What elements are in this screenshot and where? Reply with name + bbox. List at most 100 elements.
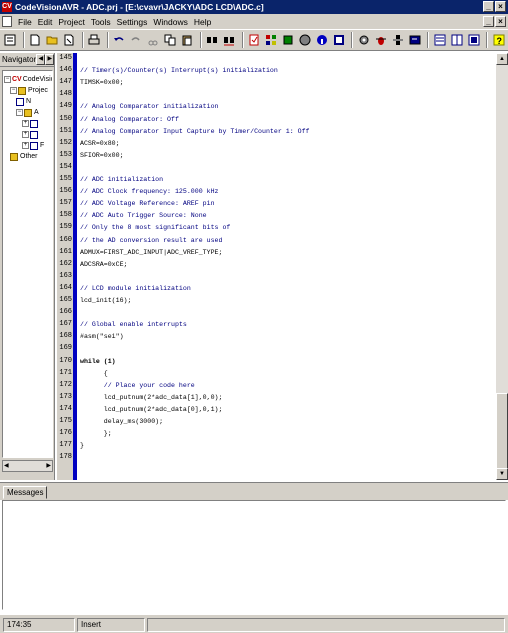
code-line[interactable]: // Only the 8 most significant bits of [80,224,230,231]
code-line[interactable]: }; [80,430,112,437]
code-line[interactable]: ADCSRA=0xCE; [80,261,127,268]
navigator-toggle-icon[interactable] [3,33,18,48]
collapse-icon[interactable]: − [10,87,17,94]
code-line[interactable]: } [80,442,84,449]
check-syntax-icon[interactable] [247,33,262,48]
navigator-tree-item[interactable]: + [22,118,40,129]
undo-icon[interactable] [112,33,127,48]
make-icon[interactable] [281,33,296,48]
menu-tools[interactable]: Tools [88,17,114,27]
menu-settings[interactable]: Settings [114,17,151,27]
navigator-prev-arrow-icon[interactable]: ◀ [36,54,46,65]
code-line[interactable]: // Global enable interrupts [80,321,187,328]
scroll-down-icon[interactable]: ▼ [496,468,508,480]
document-close-button[interactable]: × [495,16,506,27]
code-line[interactable]: // Analog Comparator: Off [80,116,179,123]
code-line[interactable]: // ADC initialization [80,176,163,183]
folder-icon [24,108,32,117]
code-wizard-icon[interactable] [432,33,447,48]
document-icon[interactable] [2,16,12,27]
cut-icon[interactable] [146,33,161,48]
programmer-icon[interactable] [390,33,405,48]
close-file-icon[interactable] [62,33,77,48]
paste-icon[interactable] [180,33,195,48]
help-icon[interactable]: ? [491,33,506,48]
code-line[interactable]: ACSR=0x80; [80,140,120,147]
code-line[interactable]: SFIOR=0x00; [80,152,124,159]
debugger-icon[interactable] [331,33,346,48]
navigator-tree-item[interactable]: + F [22,140,44,151]
navigator-tree-label: N [26,98,32,105]
navigator-tree-item[interactable]: + [22,129,40,140]
toolbar: ? [0,29,508,51]
navigator-tree-item[interactable]: − A [16,107,39,118]
menu-edit[interactable]: Edit [35,17,56,27]
find-icon[interactable] [205,33,220,48]
code-line[interactable]: // Analog Comparator Input Capture by Ti… [80,128,310,135]
menu-file[interactable]: File [15,17,35,27]
messages-panel[interactable] [2,500,506,610]
settings-icon[interactable] [356,33,371,48]
lcd-wizard-icon[interactable] [466,33,481,48]
code-line[interactable]: { [80,370,108,377]
collapse-icon[interactable]: − [16,109,23,116]
code-line[interactable]: #asm("sei") [80,333,124,340]
redo-icon[interactable] [129,33,144,48]
code-line[interactable]: // ADC Auto Trigger Source: None [80,212,207,219]
navigator-label: Navigator [2,55,37,64]
compile-icon[interactable] [264,33,279,48]
code-line[interactable]: lcd_putnum(2*adc_data[1],0,0); [80,394,223,401]
close-button[interactable]: × [495,1,506,12]
code-line[interactable]: // the AD conversion result are used [80,237,222,244]
info-icon[interactable] [315,33,330,48]
code-line[interactable]: TIMSK=0x00; [80,79,124,86]
print-icon[interactable] [87,33,102,48]
code-line[interactable]: // Timer(s)/Counter(s) Interrupt(s) init… [80,67,278,74]
menu-help[interactable]: Help [191,17,214,27]
navigator-tree-item[interactable]: − Projec [10,85,48,96]
navigator-tree-item[interactable]: N [16,96,31,107]
open-file-icon[interactable] [45,33,60,48]
code-line[interactable]: lcd_init(16); [80,297,131,304]
collapse-icon[interactable]: − [4,76,11,83]
expand-icon[interactable]: + [22,131,29,138]
window-title: CodeVisionAVR - ADC.prj - [E:\cvavr\JACK… [15,2,264,12]
terminal-icon[interactable] [407,33,422,48]
menu-project[interactable]: Project [55,17,87,27]
code-line[interactable]: delay_ms(3000); [80,418,163,425]
expand-icon[interactable]: + [22,120,29,127]
navigator-next-arrow-icon[interactable]: ▶ [45,54,55,65]
file-icon [30,141,38,150]
code-line[interactable]: // Place your code here [80,382,195,389]
code-line[interactable]: // LCD module initialization [80,285,191,292]
file-icon [30,130,38,139]
code-editor[interactable]: 145 146 147 148 149 150 151 152 153 154 155 156 157 1… [57,53,508,480]
messages-tab[interactable]: Messages [3,486,48,499]
scroll-right-icon[interactable]: ▶ [45,461,52,471]
expand-icon[interactable]: + [22,142,29,149]
new-file-icon[interactable] [28,33,43,48]
code-line[interactable]: lcd_putnum(2*adc_data[0],0,1); [80,406,223,413]
code-line[interactable]: // ADC Clock frequency: 125.000 kHz [80,188,219,195]
stop-icon[interactable] [298,33,313,48]
toolbar-separator [22,32,25,48]
code-line[interactable]: ADMUX=FIRST_ADC_INPUT|ADC_VREF_TYPE; [80,249,222,256]
code-line[interactable]: // ADC Voltage Reference: AREF pin [80,200,215,207]
navigator-horizontal-scrollbar[interactable]: ◀ ▶ [2,460,53,472]
bug-icon[interactable] [373,33,388,48]
scroll-up-icon[interactable]: ▲ [496,53,508,65]
scroll-left-icon[interactable]: ◀ [3,461,10,471]
navigator-tree-item[interactable]: − CV CodeVisio [4,74,52,85]
navigator-tree-item[interactable]: Other [10,151,38,162]
document-minimize-button[interactable]: _ [483,16,494,27]
code-line[interactable]: while (1) [80,358,116,365]
copy-icon[interactable] [163,33,178,48]
code-line[interactable]: // Analog Comparator initialization [80,103,219,110]
scrollbar-thumb[interactable] [496,393,508,473]
minimize-button[interactable]: _ [483,1,494,12]
menu-windows[interactable]: Windows [150,17,190,27]
toolbar-separator [427,32,430,48]
chip-wizard-icon[interactable] [449,33,464,48]
editor-vertical-scrollbar[interactable]: ▲ ▼ [496,53,508,480]
find-replace-icon[interactable] [222,33,237,48]
